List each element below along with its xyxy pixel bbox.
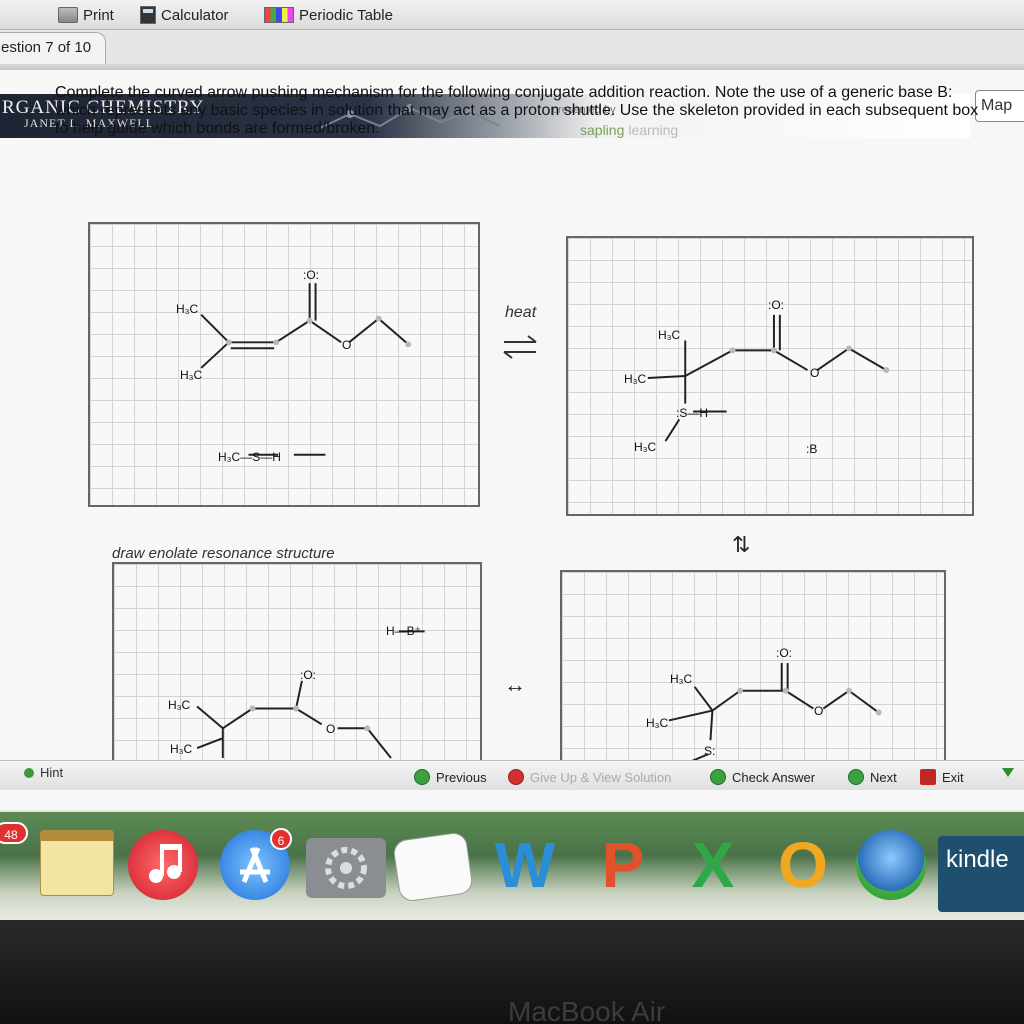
enolate-product-skeleton <box>668 663 882 765</box>
microsoft-powerpoint-icon[interactable]: P <box>582 830 664 900</box>
periodic-table-icon <box>264 7 294 23</box>
ester-oxygen-label: O <box>342 338 352 352</box>
scroll-down-icon[interactable] <box>1002 768 1014 777</box>
check-answer-button[interactable]: Check Answer <box>710 766 815 788</box>
preview-app-icon[interactable] <box>392 831 474 903</box>
download-app-icon[interactable] <box>856 830 926 900</box>
base-label: :B <box>806 442 818 456</box>
methyl-label: H₃C <box>658 328 681 342</box>
exit-label: Exit <box>942 769 964 785</box>
microsoft-excel-icon[interactable]: X <box>672 830 754 900</box>
methyl-label: H₃C <box>646 716 669 730</box>
enolate-resonance-instruction: draw enolate resonance structure <box>112 545 335 562</box>
top-toolbar: Print Calculator Periodic Table <box>0 0 1024 30</box>
resonance-arrow: ↔ <box>504 672 526 697</box>
carbonyl-oxygen-label: :O: <box>776 646 793 660</box>
calculator-button[interactable]: Calculator <box>140 5 229 25</box>
system-preferences-icon[interactable] <box>306 838 386 898</box>
gear-icon <box>325 847 367 889</box>
conjugate-acid-label: H—B⁺ <box>386 624 422 638</box>
equilibrium-arrow-icon <box>503 335 537 359</box>
arrow-left-icon <box>414 769 430 785</box>
methanethiol-label: H₃C—S—H <box>218 450 281 464</box>
carbonyl-oxygen-label: :O: <box>303 268 320 282</box>
print-label: Print <box>83 6 114 24</box>
stickies-app-icon[interactable] <box>40 830 114 896</box>
reactant-skeleton <box>200 283 412 456</box>
printer-icon <box>58 7 78 23</box>
methyl-label: H₃C <box>624 372 647 386</box>
methyl-label: H₃C <box>176 302 199 316</box>
methyl-label: H₃C <box>168 698 191 712</box>
music-note-icon <box>149 844 182 883</box>
ester-oxygen-label: O <box>814 704 824 718</box>
drawing-box-intermediate[interactable]: H₃C H₃C H₃C :O: O :S—H :B <box>566 236 974 516</box>
carbonyl-oxygen-label: :O: <box>768 298 785 312</box>
calculator-icon <box>140 6 156 24</box>
exit-icon <box>920 769 936 785</box>
print-button[interactable]: Print <box>58 5 114 25</box>
hint-button[interactable]: Hint <box>24 765 63 780</box>
screen: Print Calculator Periodic Table estion 7… <box>0 0 1024 920</box>
notification-badge: 48 <box>0 822 28 844</box>
drawing-box-reactants[interactable]: H₃C H₃C :O: O H₃C—S—H <box>88 222 480 507</box>
previous-label: Previous <box>436 769 487 785</box>
calculator-label: Calculator <box>161 6 229 24</box>
hint-label: Hint <box>40 765 64 780</box>
exit-button[interactable]: Exit <box>920 766 964 788</box>
kindle-app-icon[interactable]: kindle <box>938 836 1024 912</box>
methyl-label: H₃C <box>670 672 693 686</box>
app-store-badge: 6 <box>270 828 292 850</box>
microsoft-word-icon[interactable]: W <box>484 830 566 900</box>
periodic-table-label: Periodic Table <box>299 6 393 24</box>
next-button[interactable]: Next <box>848 766 897 788</box>
bezel-brand-text: MacBook Air <box>508 996 666 1024</box>
enolate-oxygen-label: :O: <box>300 668 317 682</box>
microsoft-outlook-icon[interactable]: O <box>762 830 844 900</box>
itunes-app-icon[interactable] <box>128 830 198 900</box>
methyl-label: H₃C <box>180 368 203 382</box>
check-answer-label: Check Answer <box>732 769 816 785</box>
map-label: Map <box>981 97 1013 114</box>
methyl-label: H₃C <box>170 742 193 756</box>
give-up-label: Give Up & View Solution <box>530 769 672 785</box>
tab-question-7[interactable]: estion 7 of 10 <box>0 32 106 64</box>
ester-oxygen-label: O <box>810 366 820 380</box>
drawing-box-enolate-resonance[interactable]: H—B⁺ :O: O H₃C H₃C <box>112 562 482 762</box>
sulfur-label: S: <box>704 744 716 758</box>
sulfonium-label: :S—H <box>676 406 709 420</box>
methyl-label: H₃C <box>634 440 657 454</box>
heat-label: heat <box>505 304 537 321</box>
tab-label: estion 7 of 10 <box>1 39 92 56</box>
ester-oxygen-label: O <box>326 722 336 736</box>
lightbulb-icon <box>24 767 34 778</box>
checkmark-icon <box>710 769 726 785</box>
equilibrium-arrow-vertical: ⇅ <box>732 532 751 557</box>
next-label: Next <box>870 769 897 785</box>
question-instructions: Complete the curved arrow pushing mechan… <box>55 84 979 137</box>
cancel-icon <box>508 769 524 785</box>
drawing-box-enolate[interactable]: :O: O H₃C H₃C S: <box>560 570 946 765</box>
enolate-skeleton <box>196 630 425 759</box>
periodic-table-button[interactable]: Periodic Table <box>264 5 393 25</box>
arrow-right-icon <box>848 769 864 785</box>
give-up-button[interactable]: Give Up & View Solution <box>508 766 671 788</box>
previous-button[interactable]: Previous <box>414 766 487 788</box>
